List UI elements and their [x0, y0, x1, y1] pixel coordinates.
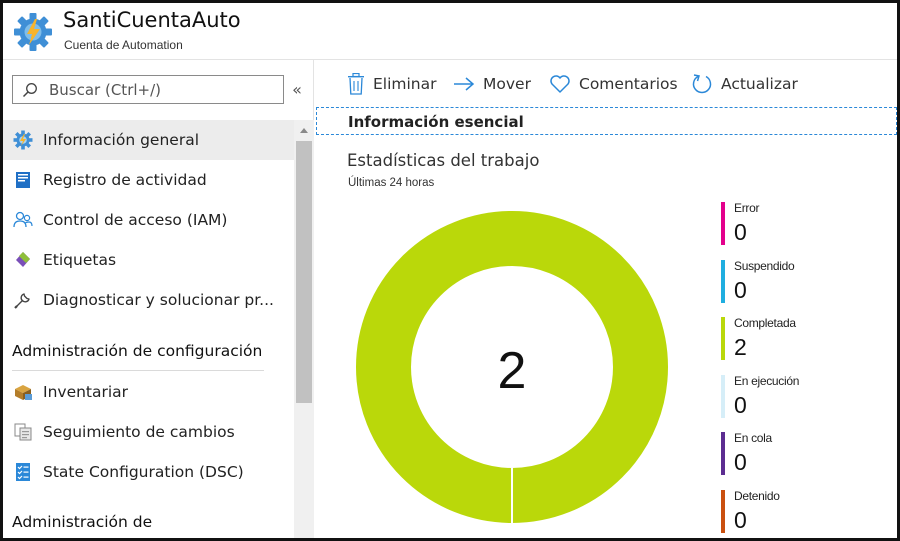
automation-gear-icon — [14, 13, 52, 51]
donut-center-total: 2 — [498, 342, 527, 400]
wrench-icon — [13, 290, 33, 310]
command-toolbar: Eliminar Mover Comentarios Actualizar — [314, 60, 897, 107]
scrollbar-thumb[interactable] — [296, 141, 312, 403]
section-divider — [12, 370, 264, 371]
collapse-sidebar-button[interactable]: « — [289, 80, 305, 100]
essentials-toggle[interactable]: Información esencial — [316, 107, 897, 135]
sidebar: « — [3, 60, 314, 538]
legend-label: En cola — [734, 431, 772, 445]
job-stats-donut-chart[interactable]: 2 — [353, 207, 671, 527]
sidebar-item-label: Etiquetas — [43, 251, 117, 269]
users-icon — [13, 210, 33, 230]
legend-label: En ejecución — [734, 373, 800, 388]
trash-icon — [348, 73, 364, 95]
legend-label: Error — [734, 201, 760, 215]
legend-item-en-cola[interactable]: En cola 0 — [721, 430, 891, 480]
sidebar-item-change-tracking[interactable]: Seguimiento de cambios — [3, 412, 294, 452]
sidebar-item-access-control[interactable]: Control de acceso (IAM) — [3, 200, 294, 240]
sidebar-item-label: Control de acceso (IAM) — [43, 211, 228, 229]
legend-color-bar — [721, 374, 725, 418]
job-stats-subtitle: Últimas 24 horas — [348, 177, 435, 189]
sidebar-item-tags[interactable]: Etiquetas — [3, 240, 294, 280]
essentials-label: Información esencial — [348, 113, 524, 131]
legend-color-bar — [721, 489, 725, 533]
move-button[interactable]: Mover — [453, 71, 531, 97]
search-box[interactable] — [12, 75, 284, 104]
search-input[interactable] — [49, 79, 274, 101]
window-frame: SantiCuentaAuto Cuenta de Automation « — [0, 0, 900, 541]
legend-item-suspendido[interactable]: Suspendido 0 — [721, 258, 891, 308]
change-tracking-icon — [13, 422, 33, 442]
legend-label: Detenido — [734, 488, 780, 503]
legend-count: 0 — [734, 276, 747, 303]
sidebar-item-label: State Configuration (DSC) — [43, 463, 244, 481]
sidebar-item-inventory[interactable]: Inventariar — [3, 372, 294, 412]
sidebar-item-label: Inventariar — [43, 383, 129, 401]
gear-icon — [13, 130, 33, 150]
sidebar-scrollbar[interactable] — [294, 120, 314, 538]
delete-button[interactable]: Eliminar — [347, 71, 437, 97]
section-title-administration: Administración de — [12, 513, 153, 531]
legend-count: 2 — [734, 334, 747, 360]
heart-icon — [550, 75, 570, 93]
legend-item-error[interactable]: Error 0 — [721, 200, 891, 250]
job-stats-title: Estadísticas del trabajo — [347, 151, 540, 170]
legend-color-bar — [721, 432, 725, 475]
tag-icon — [13, 250, 33, 270]
feedback-button[interactable]: Comentarios — [549, 71, 678, 97]
sidebar-item-label: Diagnosticar y solucionar pr... — [43, 291, 274, 309]
feedback-button-label: Comentarios — [579, 75, 678, 93]
scroll-up-arrow-icon[interactable] — [294, 124, 314, 136]
arrow-right-icon — [454, 77, 475, 91]
sidebar-item-state-configuration[interactable]: State Configuration (DSC) — [3, 452, 294, 492]
legend-color-bar — [721, 317, 725, 360]
sidebar-item-label: Seguimiento de cambios — [43, 423, 235, 441]
search-icon — [22, 83, 37, 98]
app-subtitle: Cuenta de Automation — [64, 38, 183, 52]
legend-color-bar — [721, 202, 725, 245]
legend-item-en-ejecución[interactable]: En ejecución 0 — [721, 373, 891, 423]
move-button-label: Mover — [483, 75, 531, 93]
legend-count: 0 — [734, 219, 747, 245]
sidebar-item-activity-log[interactable]: Registro de actividad — [3, 160, 294, 200]
refresh-button-label: Actualizar — [721, 75, 798, 93]
app-title: SantiCuentaAuto — [63, 8, 241, 32]
section-title-config-management: Administración de configuración — [12, 342, 263, 360]
refresh-button[interactable]: Actualizar — [691, 71, 798, 97]
legend-count: 0 — [734, 449, 747, 475]
sidebar-item-diagnose[interactable]: Diagnosticar y solucionar pr... — [3, 280, 294, 320]
sidebar-item-label: Registro de actividad — [43, 171, 207, 189]
legend-label: Completada — [734, 316, 796, 330]
legend-count: 0 — [734, 506, 747, 533]
inventory-icon — [13, 382, 33, 402]
legend-count: 0 — [734, 391, 747, 418]
app-header: SantiCuentaAuto Cuenta de Automation — [3, 3, 897, 60]
activity-log-icon — [13, 170, 33, 190]
legend-label: Suspendido — [734, 258, 795, 273]
legend-item-detenido[interactable]: Detenido 0 — [721, 488, 891, 538]
refresh-icon — [692, 74, 712, 94]
sidebar-item-label: Información general — [43, 131, 200, 149]
checklist-icon — [13, 462, 33, 482]
legend-color-bar — [721, 259, 725, 303]
legend-item-completada[interactable]: Completada 2 — [721, 315, 891, 365]
delete-button-label: Eliminar — [373, 75, 437, 93]
sidebar-item-overview[interactable]: Información general — [3, 120, 294, 160]
